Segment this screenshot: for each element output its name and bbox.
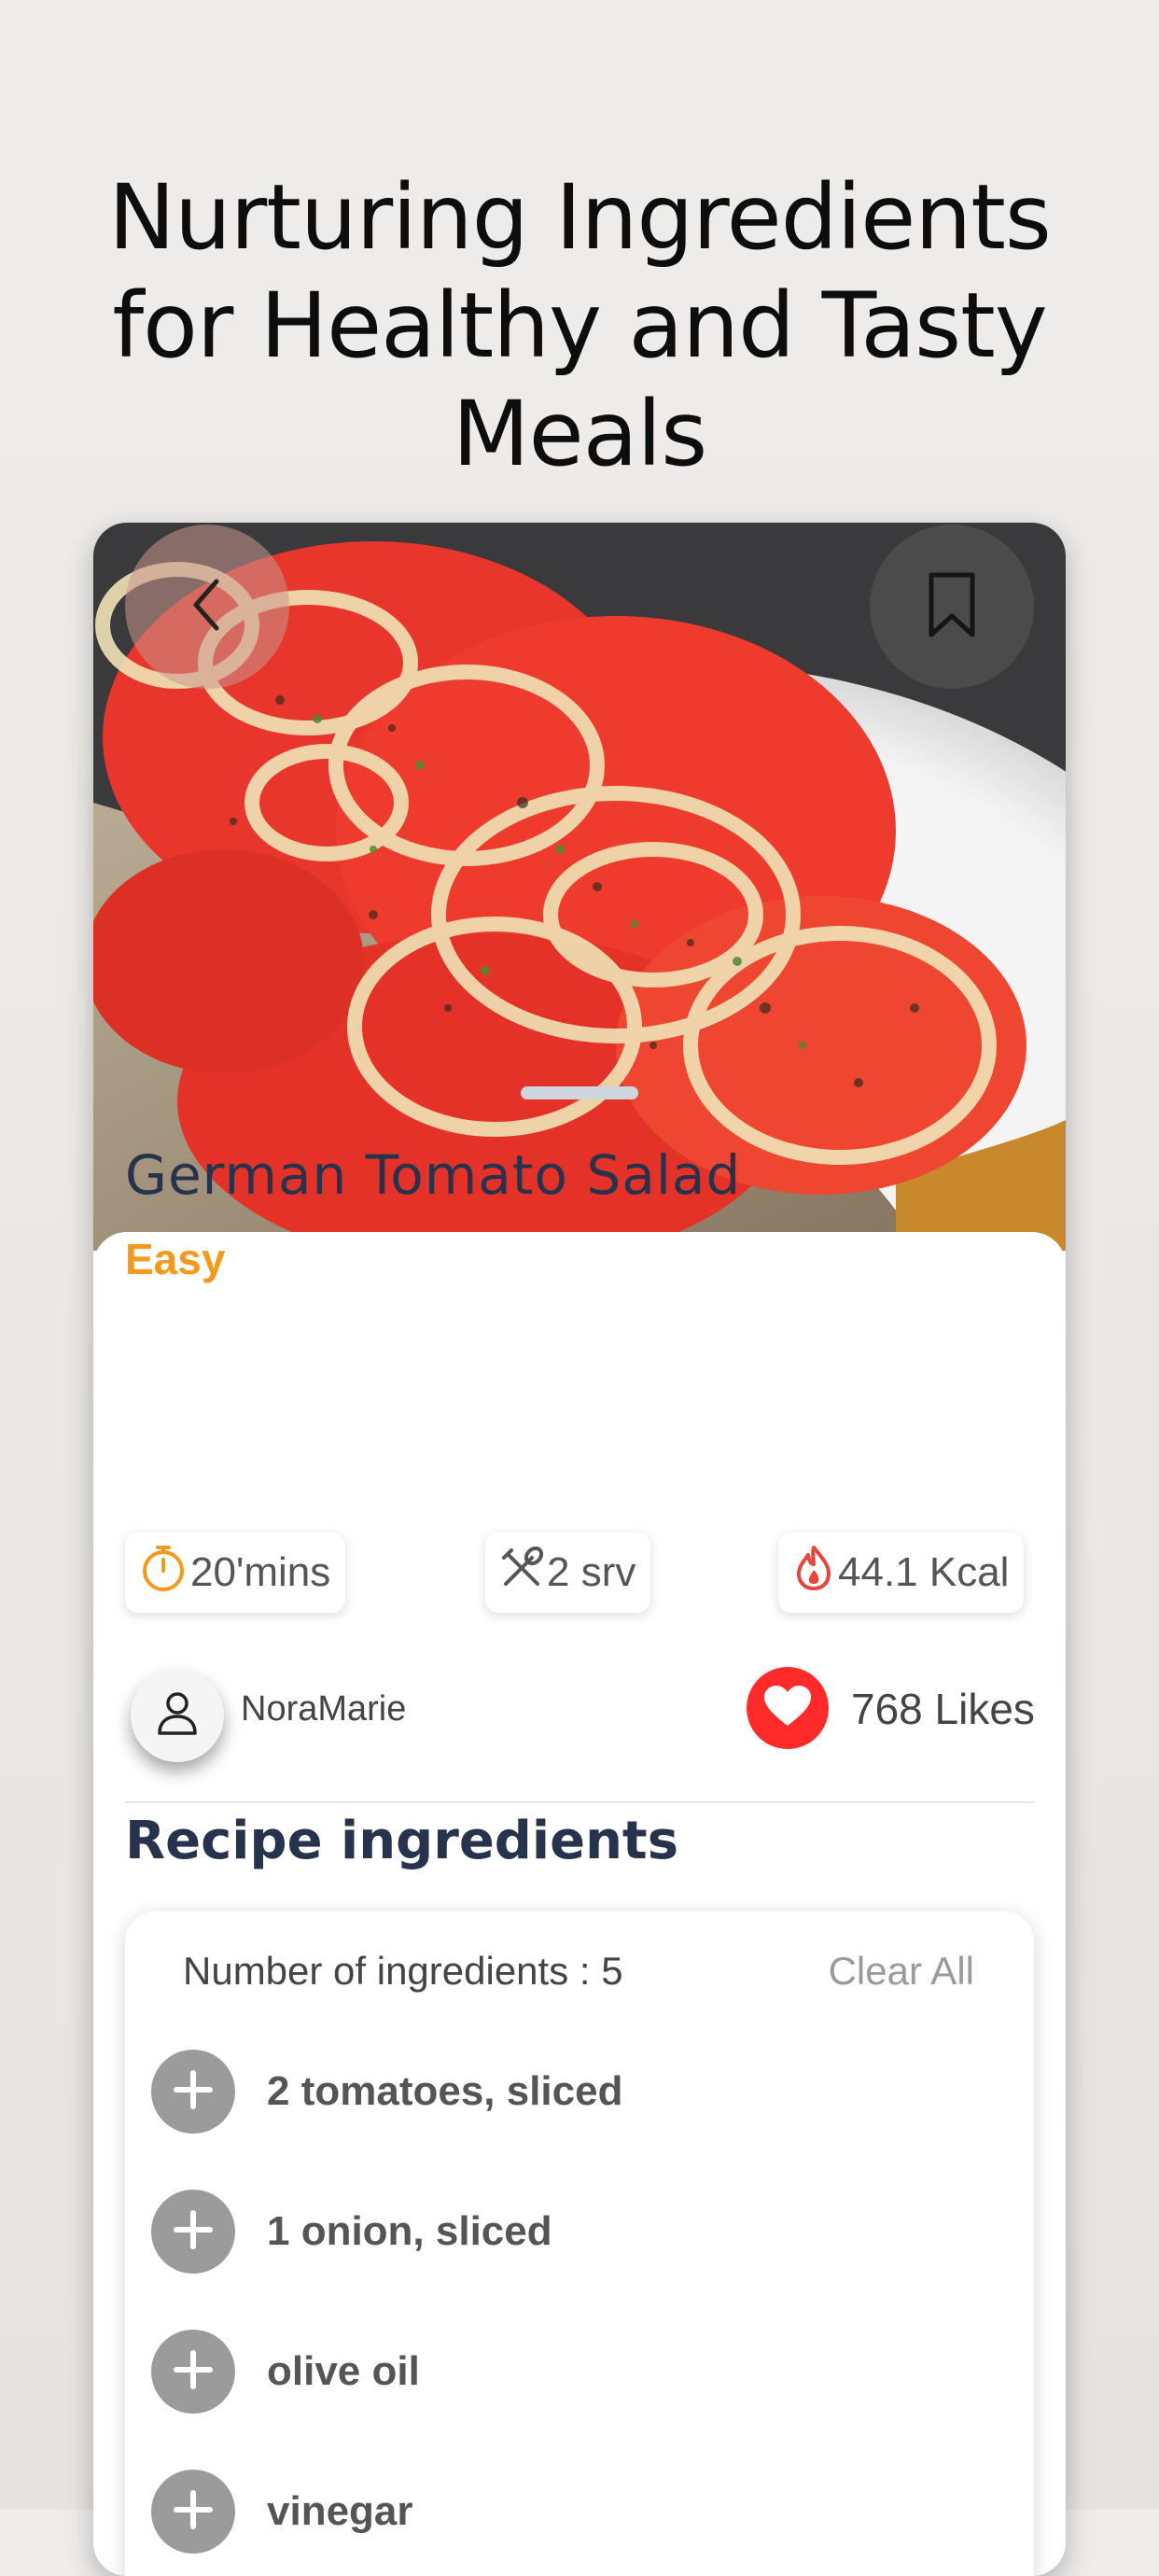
ingredient-label: 1 onion, sliced: [267, 2208, 552, 2254]
ingredient-label: olive oil: [267, 2348, 420, 2394]
ingredient-item: olive oil: [151, 2330, 420, 2414]
plus-icon: [172, 2488, 215, 2536]
likes-count: 768 Likes: [851, 1685, 1035, 1733]
difficulty-label: Easy: [125, 1235, 226, 1283]
add-ingredient-button[interactable]: [151, 2330, 235, 2414]
ingredient-item: 1 onion, sliced: [151, 2190, 552, 2274]
calories-value: 44.1 Kcal: [838, 1549, 1010, 1595]
plus-icon: [172, 2348, 215, 2396]
add-ingredient-button[interactable]: [151, 2050, 235, 2134]
utensils-icon: [500, 1546, 544, 1600]
ingredient-label: vinegar: [267, 2488, 413, 2534]
ingredient-count: Number of ingredients : 5: [183, 1949, 623, 1993]
stopwatch-icon: [140, 1543, 187, 1603]
author-name[interactable]: NoraMarie: [241, 1689, 406, 1729]
recipe-card: German Tomato Salad Easy 20'mins 2 srv 4…: [93, 523, 1066, 2576]
servings-chip: 2 srv: [485, 1533, 651, 1613]
add-ingredient-button[interactable]: [151, 2470, 235, 2554]
back-button[interactable]: [125, 525, 289, 689]
ingredients-panel: Number of ingredients : 5 Clear All 2 to…: [125, 1911, 1034, 2576]
divider: [125, 1801, 1034, 1803]
bookmark-button[interactable]: [870, 525, 1034, 689]
author-avatar[interactable]: [131, 1669, 224, 1762]
bookmark-icon: [924, 569, 980, 645]
ingredient-item: vinegar: [151, 2470, 413, 2554]
heart-icon: [761, 1683, 814, 1734]
clear-all-button[interactable]: Clear All: [829, 1949, 974, 1994]
like-button[interactable]: [747, 1667, 829, 1749]
plus-icon: [172, 2208, 215, 2256]
time-value: 20'mins: [190, 1549, 331, 1595]
sheet-drag-handle[interactable]: [521, 1086, 638, 1099]
calories-chip: 44.1 Kcal: [778, 1533, 1025, 1613]
ingredients-heading: Recipe ingredients: [125, 1811, 679, 1871]
recipe-title: German Tomato Salad: [125, 1143, 742, 1207]
flame-icon: [793, 1544, 834, 1603]
add-ingredient-button[interactable]: [151, 2190, 235, 2274]
chevron-left-icon: [179, 572, 235, 642]
time-chip: 20'mins: [125, 1533, 346, 1613]
user-icon: [156, 1690, 199, 1742]
servings-value: 2 srv: [547, 1549, 636, 1595]
page-headline: Nurturing Ingredients for Healthy and Ta…: [108, 165, 1052, 486]
plus-icon: [172, 2068, 215, 2116]
ingredient-label: 2 tomatoes, sliced: [267, 2068, 623, 2114]
ingredient-item: 2 tomatoes, sliced: [151, 2050, 622, 2134]
